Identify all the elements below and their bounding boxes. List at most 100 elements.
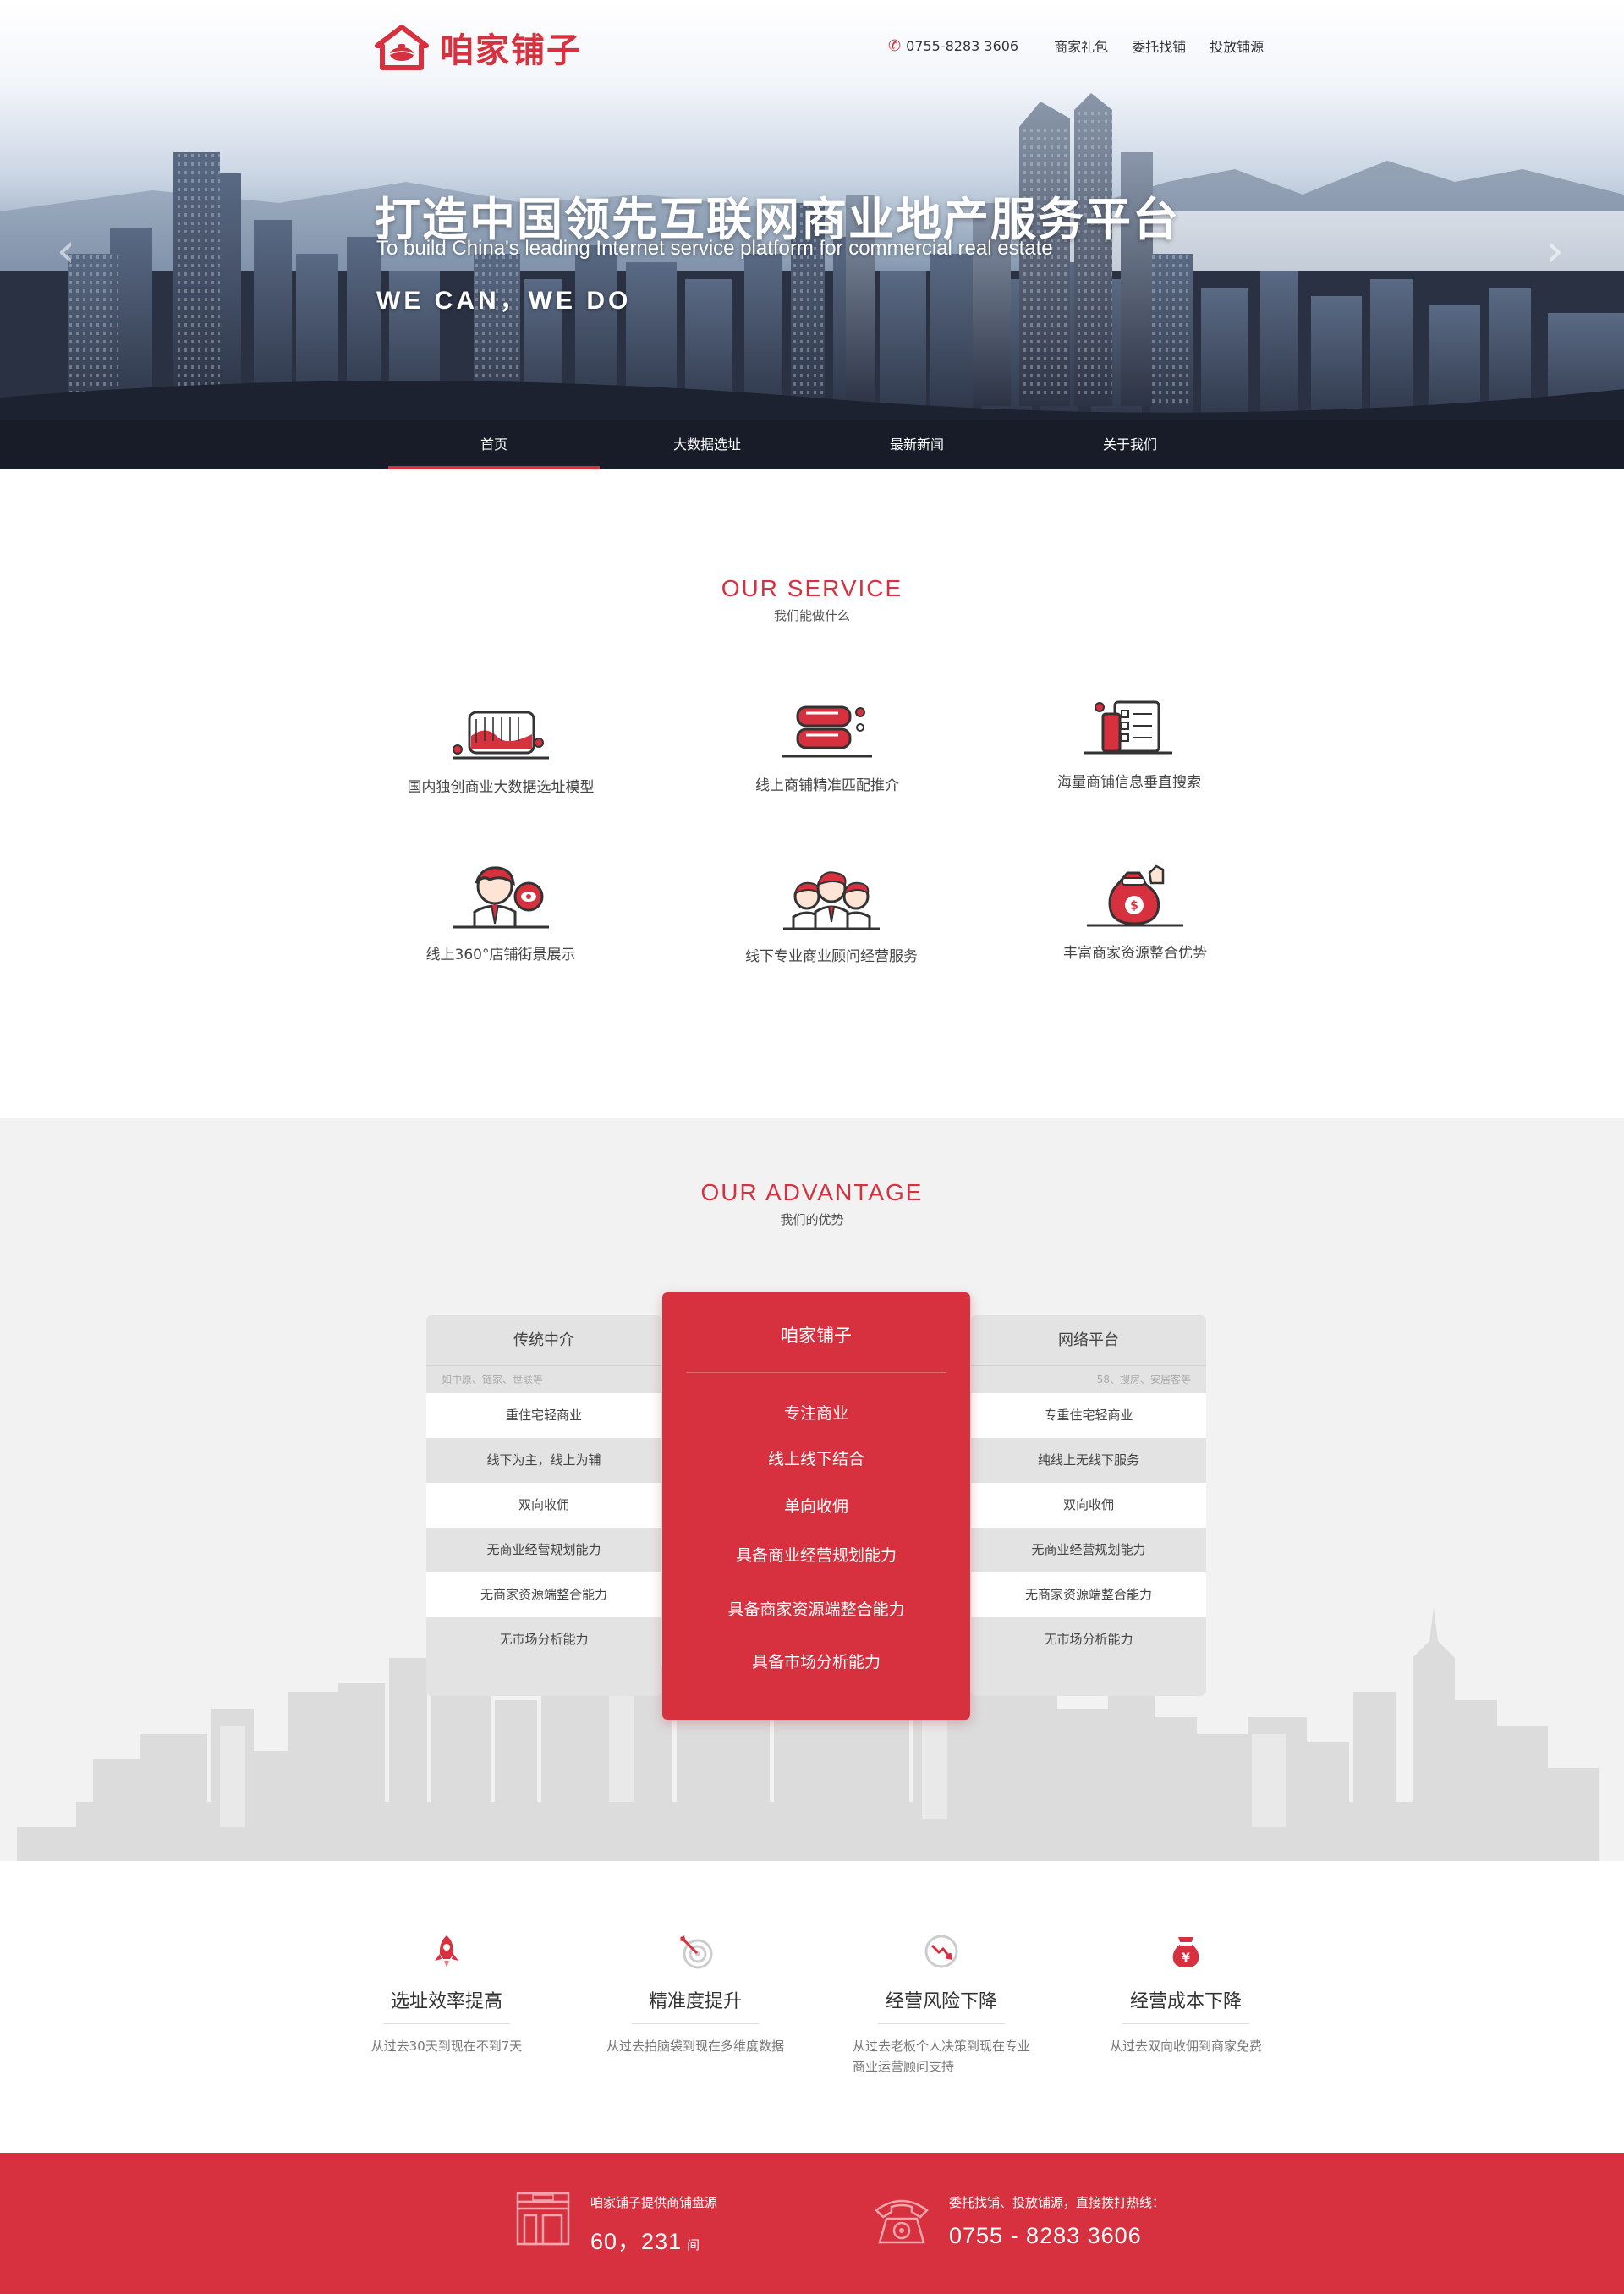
service-item-site-model: 国内独创商业大数据选址模型 xyxy=(365,704,636,796)
top-phone-number: 0755-8283 3606 xyxy=(906,37,1019,54)
nav-item-home[interactable]: 首页 xyxy=(388,420,600,469)
advantage-row: 具备商业经营规划能力 xyxy=(735,1546,897,1565)
svg-text:¥: ¥ xyxy=(1182,1951,1190,1965)
comparison-row: 双向收佣 xyxy=(426,1483,661,1528)
service-label: 线上商铺精准匹配推介 xyxy=(755,777,899,794)
advantage-row: 单向收佣 xyxy=(783,1497,848,1516)
top-link-list-shop[interactable]: 投放铺源 xyxy=(1210,36,1264,56)
brand-name: 咱家铺子 xyxy=(440,31,582,70)
feature-cost: ¥ 经营成本下降 从过去双向收佣到商家免费 xyxy=(1089,1932,1283,2056)
footer-hotline: 委托找铺、投放铺源，直接拨打热线： 0755 - 8283 3606 xyxy=(871,2188,1165,2249)
brand-logo[interactable]: 咱家铺子 xyxy=(374,24,582,71)
yen-bag-icon: ¥ xyxy=(1172,1937,1199,1967)
feature-description: 从过去老板个人决策到现在专业商业运营顾问支持 xyxy=(853,2039,1031,2074)
panel-heading: 咱家铺子 xyxy=(781,1325,852,1346)
feature-divider xyxy=(632,2023,759,2024)
panel-heading: 传统中介 xyxy=(426,1315,661,1366)
listings-unit: 间 xyxy=(687,2237,701,2253)
comparison-row: 纯线上无线下服务 xyxy=(971,1438,1206,1483)
nav-item-big-data-site[interactable]: 大数据选址 xyxy=(601,420,813,469)
telephone-icon xyxy=(875,2199,929,2244)
footer: 咱家铺子提供商铺盘源 60，231 间 委托找铺、投放铺源，直接拨打热线： 075… xyxy=(0,2153,1624,2294)
team-icon xyxy=(783,871,880,930)
carousel-prev-button[interactable]: ‹ xyxy=(49,228,83,275)
feature-description: 从过去拍脑袋到现在多维度数据 xyxy=(606,2039,785,2054)
top-links: ✆ 0755-8283 3606 商家礼包 委托找铺 投放铺源 xyxy=(888,36,1287,56)
service-item-street-view: 线上360°店铺街景展示 xyxy=(365,863,636,963)
money-bag-icon: $ xyxy=(1087,864,1183,927)
nav-item-news[interactable]: 最新新闻 xyxy=(811,420,1023,469)
feature-description: 从过去30天到现在不到7天 xyxy=(370,2039,523,2054)
advantage-row: 具备市场分析能力 xyxy=(751,1653,881,1671)
top-link-find-shop[interactable]: 委托找铺 xyxy=(1132,36,1186,56)
traditional-agency-panel: 传统中介 如中原、链家、世联等 重住宅轻商业 线下为主，线上为辅 双向收佣 无商… xyxy=(426,1315,661,1696)
service-label: 线上360°店铺街景展示 xyxy=(425,947,576,963)
service-item-consulting: 线下专业商业顾问经营服务 xyxy=(696,864,967,965)
target-icon xyxy=(679,1935,713,1969)
hero-banner: ‹ › 咱家铺子 ✆ 0755-8283 3606 商家礼包 委托找铺 投放铺源… xyxy=(0,0,1624,469)
map-chart-icon xyxy=(453,711,549,760)
advantage-title: OUR ADVANTAGE xyxy=(700,1179,924,1205)
footer-hotline-number[interactable]: 0755 - 8283 3606 xyxy=(949,2223,1165,2249)
hero-subtitle: To build China's leading Internet servic… xyxy=(376,237,1053,260)
house-logo-icon xyxy=(375,25,429,70)
phone-icon: ✆ xyxy=(888,36,902,55)
carousel-next-button[interactable]: › xyxy=(1538,228,1572,275)
footer-hotline-label: 委托找铺、投放铺源，直接拨打热线： xyxy=(949,2195,1166,2210)
comparison-row: 双向收佣 xyxy=(971,1483,1206,1528)
footer-listings-count: 60，231 间 xyxy=(590,2223,717,2256)
service-label: 丰富商家资源整合优势 xyxy=(1063,945,1207,962)
footer-listings-text: 咱家铺子提供商铺盘源 60，231 间 xyxy=(590,2188,717,2256)
top-link-merchant-gift[interactable]: 商家礼包 xyxy=(1054,36,1108,56)
service-subtitle: 我们能做什么 xyxy=(773,608,850,623)
panel-note: 如中原、链家、世联等 xyxy=(442,1374,544,1386)
service-item-vertical-search: 海量商铺信息垂直搜索 xyxy=(994,699,1265,791)
service-item-precise-match: 线上商铺精准匹配推介 xyxy=(692,702,963,794)
main-nav: 首页 大数据选址 最新新闻 关于我们 xyxy=(0,420,1624,469)
comparison-row: 无商家资源端整合能力 xyxy=(971,1572,1206,1617)
comparison-row: 无市场分析能力 xyxy=(426,1617,661,1662)
database-icon xyxy=(782,705,872,758)
comparison-row: 无商业经营规划能力 xyxy=(971,1528,1206,1572)
comparison-row: 重住宅轻商业 xyxy=(426,1393,661,1438)
service-title: OUR SERVICE xyxy=(721,575,903,601)
comparison-row: 无商家资源端整合能力 xyxy=(426,1572,661,1617)
checklist-icon xyxy=(1084,700,1172,755)
advantage-subtitle: 我们的优势 xyxy=(780,1212,844,1227)
comparison-row: 无商业经营规划能力 xyxy=(426,1528,661,1572)
storefront-icon xyxy=(516,2192,570,2246)
svg-text:$: $ xyxy=(1130,899,1138,913)
online-platform-panel: 网络平台 58、搜房、安居客等 专重住宅轻商业 纯线上无线下服务 双向收佣 无商… xyxy=(971,1315,1206,1696)
footer-hotline-text: 委托找铺、投放铺源，直接拨打热线： 0755 - 8283 3606 xyxy=(949,2188,1165,2249)
feature-title: 经营成本下降 xyxy=(1129,1991,1242,2012)
footer-listings: 咱家铺子提供商铺盘源 60，231 间 xyxy=(513,2188,717,2256)
trend-down-icon xyxy=(924,1935,958,1968)
nav-item-about[interactable]: 关于我们 xyxy=(1024,420,1236,469)
service-label: 线下专业商业顾问经营服务 xyxy=(745,948,918,965)
feature-title: 经营风险下降 xyxy=(885,1991,997,2012)
feature-description: 从过去双向收佣到商家免费 xyxy=(1109,2039,1262,2054)
advantage-row: 线上线下结合 xyxy=(767,1450,864,1468)
feature-accuracy: 精准度提升 从过去拍脑袋到现在多维度数据 xyxy=(598,1932,793,2056)
comparison-row: 无市场分析能力 xyxy=(971,1617,1206,1662)
service-label: 海量商铺信息垂直搜索 xyxy=(1057,774,1201,791)
footer-listings-label: 咱家铺子提供商铺盘源 xyxy=(590,2195,718,2210)
chevron-left-icon: ‹ xyxy=(56,223,76,278)
feature-divider xyxy=(878,2023,1005,2024)
top-phone: ✆ 0755-8283 3606 xyxy=(888,37,1018,55)
listings-value: 60，231 xyxy=(590,2229,683,2254)
feature-efficiency: 选址效率提高 从过去30天到现在不到7天 xyxy=(349,1932,544,2056)
hero-motto: WE CAN，WE DO xyxy=(376,287,632,315)
comparison-row: 专重住宅轻商业 xyxy=(971,1393,1206,1438)
feature-title: 选址效率提高 xyxy=(390,1991,502,2012)
panel-heading: 网络平台 xyxy=(971,1315,1206,1366)
advantage-row: 具备商家资源端整合能力 xyxy=(727,1600,905,1619)
feature-divider xyxy=(1122,2023,1249,2024)
brand-advantage-panel: 咱家铺子 专注商业 线上线下结合 单向收佣 具备商业经营规划能力 具备商家资源端… xyxy=(662,1292,970,1720)
rocket-icon xyxy=(435,1935,458,1967)
feature-title: 精准度提升 xyxy=(648,1991,742,2012)
advantage-row: 专注商业 xyxy=(783,1404,848,1423)
feature-risk: 经营风险下降 从过去老板个人决策到现在专业商业运营顾问支持 xyxy=(844,1932,1039,2077)
person-eye-icon xyxy=(453,866,549,929)
service-item-merchant-resources: $ 丰富商家资源整合优势 xyxy=(1000,861,1270,962)
